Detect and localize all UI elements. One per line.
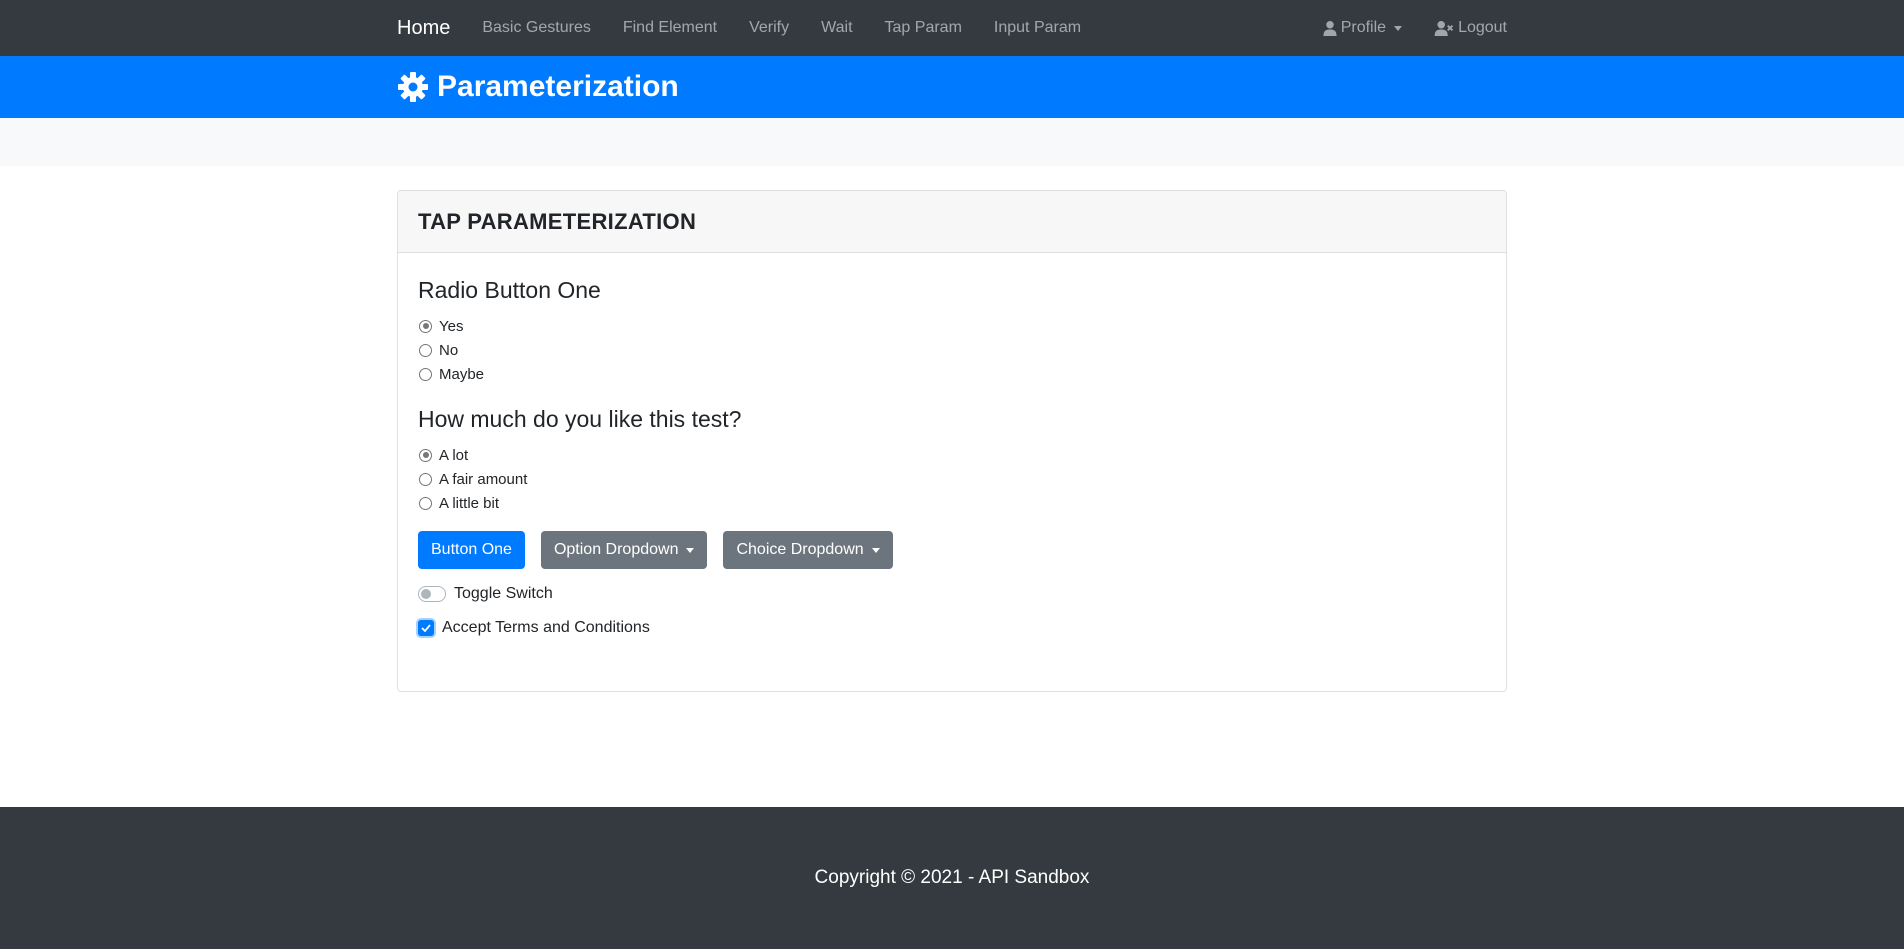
radio-label: A lot bbox=[439, 446, 469, 464]
radio-option-a-fair-amount[interactable]: A fair amount bbox=[418, 467, 1486, 491]
nav-link-wait[interactable]: Wait bbox=[821, 19, 852, 37]
radio-option-a-lot[interactable]: A lot bbox=[418, 443, 1486, 467]
radio-group-one-heading: Radio Button One bbox=[418, 277, 601, 303]
terms-checkbox[interactable] bbox=[418, 620, 434, 636]
card-body: Radio Button One Yes No Maybe How much d… bbox=[398, 253, 1506, 661]
copyright-text: Copyright © 2021 - API Sandbox bbox=[814, 867, 1090, 888]
radio-option-no[interactable]: No bbox=[418, 338, 1486, 362]
radio-no[interactable] bbox=[419, 343, 432, 357]
card-title: TAP PARAMETERIZATION bbox=[418, 208, 697, 234]
page-footer: Copyright © 2021 - API Sandbox bbox=[0, 807, 1904, 949]
top-navbar: Home Basic Gestures Find Element Verify … bbox=[0, 0, 1904, 56]
radio-group-two-heading: How much do you like this test? bbox=[418, 406, 742, 432]
profile-label: Profile bbox=[1340, 19, 1387, 36]
page-header-content: Parameterization bbox=[397, 56, 679, 118]
toggle-switch[interactable] bbox=[418, 586, 446, 602]
button-row: Button One Option Dropdown Choice Dropdo… bbox=[418, 531, 1486, 569]
gear-icon bbox=[398, 72, 428, 102]
nav-link-tap-param[interactable]: Tap Param bbox=[885, 19, 962, 37]
radio-a-fair-amount[interactable] bbox=[419, 472, 432, 486]
logout-label: Logout bbox=[1458, 19, 1507, 36]
radio-a-lot[interactable] bbox=[419, 448, 432, 462]
radio-a-little-bit[interactable] bbox=[419, 496, 432, 510]
nav-home-link[interactable]: Home bbox=[397, 17, 450, 40]
tap-parameterization-card: TAP PARAMETERIZATION Radio Button One Ye… bbox=[397, 190, 1507, 692]
chevron-down-icon bbox=[1394, 25, 1403, 31]
radio-option-a-little-bit[interactable]: A little bit bbox=[418, 491, 1486, 515]
page-title: Parameterization bbox=[437, 70, 679, 103]
navbar-container: Home Basic Gestures Find Element Verify … bbox=[397, 0, 1507, 56]
radio-label: Maybe bbox=[439, 365, 485, 383]
chevron-down-icon bbox=[686, 547, 695, 553]
terms-checkbox-row: Accept Terms and Conditions bbox=[418, 619, 1486, 637]
option-dropdown-button[interactable]: Option Dropdown bbox=[540, 531, 708, 569]
nav-link-basic-gestures[interactable]: Basic Gestures bbox=[482, 19, 590, 37]
logout-link[interactable]: Logout bbox=[1434, 19, 1507, 37]
user-icon bbox=[1323, 20, 1337, 36]
choice-dropdown-label: Choice Dropdown bbox=[736, 541, 864, 558]
radio-label: Yes bbox=[439, 317, 464, 335]
option-dropdown-label: Option Dropdown bbox=[553, 541, 679, 558]
terms-label: Accept Terms and Conditions bbox=[442, 619, 650, 636]
radio-option-maybe[interactable]: Maybe bbox=[418, 362, 1486, 386]
radio-label: A little bit bbox=[439, 494, 500, 512]
toggle-switch-row: Toggle Switch bbox=[418, 585, 1486, 603]
button-one[interactable]: Button One bbox=[418, 531, 525, 569]
radio-label: No bbox=[439, 341, 459, 359]
radio-yes[interactable] bbox=[419, 319, 432, 333]
nav-link-input-param[interactable]: Input Param bbox=[994, 19, 1081, 37]
choice-dropdown-button[interactable]: Choice Dropdown bbox=[723, 531, 893, 569]
toggle-switch-label: Toggle Switch bbox=[454, 585, 553, 602]
nav-link-find-element[interactable]: Find Element bbox=[623, 19, 717, 37]
profile-dropdown[interactable]: Profile bbox=[1323, 19, 1403, 37]
card-header: TAP PARAMETERIZATION bbox=[398, 191, 1506, 253]
nav-right-group: Profile Logout bbox=[1291, 19, 1507, 37]
radio-option-yes[interactable]: Yes bbox=[418, 314, 1486, 338]
nav-link-verify[interactable]: Verify bbox=[749, 19, 789, 37]
radio-label: A fair amount bbox=[439, 470, 528, 488]
sub-header-bar bbox=[0, 118, 1904, 166]
chevron-down-icon bbox=[871, 547, 880, 553]
radio-maybe[interactable] bbox=[419, 367, 432, 381]
user-times-icon bbox=[1434, 20, 1454, 36]
page-header-banner: Parameterization bbox=[0, 56, 1904, 118]
check-icon bbox=[421, 624, 431, 632]
